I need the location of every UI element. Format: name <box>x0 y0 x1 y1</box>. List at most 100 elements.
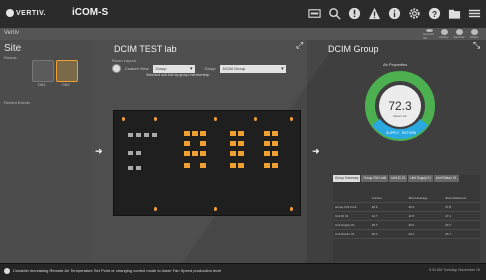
status-info-icon <box>4 268 10 274</box>
floor-unit[interactable] <box>136 151 141 155</box>
rack-unit[interactable] <box>200 163 206 168</box>
help-icon[interactable]: ? <box>426 4 442 22</box>
rack-unit[interactable] <box>230 163 236 168</box>
table-header: Current Short Average Short Maximum <box>333 194 480 203</box>
info-icon[interactable] <box>386 4 402 22</box>
floor-unit[interactable] <box>152 133 157 137</box>
sensor-icon[interactable] <box>122 117 125 121</box>
rack-unit[interactable] <box>184 131 190 136</box>
tab-group-cw-limit[interactable]: Group CW Limit <box>361 175 389 182</box>
header-cell <box>333 194 370 202</box>
room-thumbnail-2[interactable] <box>56 60 78 82</box>
rack-unit[interactable] <box>192 151 198 156</box>
table-cell: 26.1 <box>408 232 415 236</box>
rack-unit[interactable] <box>200 131 206 136</box>
table-row[interactable]: Unit Supply 01 20.7 20.0 20.7 <box>333 221 480 230</box>
rack-unit[interactable] <box>230 141 236 146</box>
rack-unit[interactable] <box>200 141 206 146</box>
brand-name: VERTIV. <box>16 9 47 17</box>
rack-unit[interactable] <box>264 163 270 168</box>
star-icon[interactable]: Favorite <box>453 29 465 40</box>
arrow-right-icon[interactable]: ➜ <box>312 146 320 157</box>
sensor-icon[interactable] <box>154 117 157 121</box>
search-icon[interactable] <box>326 4 342 22</box>
warning-icon[interactable] <box>366 4 382 22</box>
device-icon[interactable] <box>306 4 322 22</box>
room-name-2: DB2 <box>62 82 70 87</box>
floor-unit[interactable] <box>136 166 141 170</box>
tab-unit-return[interactable]: Unit Return 01 <box>433 175 459 182</box>
floor-unit[interactable] <box>128 133 133 137</box>
rack-unit[interactable] <box>200 151 206 156</box>
share-icon[interactable]: Share <box>468 29 480 40</box>
rack-unit[interactable] <box>272 131 278 136</box>
breadcrumb[interactable]: Vertiv <box>4 30 19 36</box>
room-title: DCIM TEST lab <box>114 44 177 54</box>
alarm-icon[interactable] <box>346 4 362 22</box>
rack-unit[interactable] <box>238 163 244 168</box>
rack-unit[interactable] <box>230 131 236 136</box>
floor-unit[interactable] <box>128 151 133 155</box>
header-cell: Short Average <box>408 196 428 200</box>
rack-unit[interactable] <box>192 131 198 136</box>
status-time: 9:34 AM Tuesday, November 15 <box>428 268 480 272</box>
group-select[interactable]: DCIM Group <box>219 64 286 73</box>
tab-unit-id[interactable]: Unit ID 01 <box>389 175 408 182</box>
floor-unit[interactable] <box>128 166 133 170</box>
rack-unit[interactable] <box>272 141 278 146</box>
view-controls: Custom View Group Group DCIM Group <box>112 64 286 73</box>
folder-icon[interactable] <box>446 4 462 22</box>
floor-unit[interactable] <box>136 133 141 137</box>
table-row[interactable]: Unit ID 01 12.7 12.5 17.1 <box>333 212 480 221</box>
gauge-supply-label: SUPPLY <box>386 131 400 135</box>
room-thumbnail-1[interactable] <box>32 60 54 82</box>
table-row[interactable]: Group CW Limit 26.6 26.3 27.8 <box>333 203 480 212</box>
sensor-icon[interactable] <box>214 207 217 211</box>
rack-unit[interactable] <box>230 151 236 156</box>
history-icon[interactable]: History <box>438 29 450 40</box>
rack-unit[interactable] <box>272 151 278 156</box>
gauge-value: 72.3 <box>388 99 412 113</box>
site-title: Site <box>4 43 22 54</box>
rack-unit[interactable] <box>238 151 244 156</box>
rooms-label: Rooms <box>4 55 17 60</box>
history-label: History <box>439 35 449 39</box>
tab-group-summary[interactable]: Group Summary <box>333 175 361 182</box>
sensor-icon[interactable] <box>290 117 293 121</box>
rack-unit[interactable] <box>272 163 278 168</box>
gauge-return-label: RETURN <box>402 131 417 135</box>
room-layout-label: Room Layout <box>112 58 136 63</box>
sensor-icon[interactable] <box>290 207 293 211</box>
vertiv-logo-icon <box>6 9 14 17</box>
rack-unit[interactable] <box>238 131 244 136</box>
rack-unit[interactable] <box>238 141 244 146</box>
rack-unit[interactable] <box>264 141 270 146</box>
sensor-icon[interactable] <box>214 117 217 121</box>
table-cell: Unit ID 01 <box>335 214 349 218</box>
status-message: Consider increasing Remote Air Temperatu… <box>4 268 221 274</box>
sensor-icon[interactable] <box>154 207 157 211</box>
sensor-icon[interactable] <box>254 117 257 121</box>
table-cell: 27.8 <box>445 205 452 209</box>
expand-icon[interactable]: ⤢ <box>296 40 303 51</box>
svg-text:?: ? <box>431 8 436 18</box>
network-label: Network UE <box>423 32 435 40</box>
network-icon[interactable]: Network UE <box>423 29 435 40</box>
table-row[interactable]: Unit Return 01 26.4 26.1 26.7 <box>333 230 480 239</box>
rack-unit[interactable] <box>184 151 190 156</box>
rack-unit[interactable] <box>264 131 270 136</box>
arrow-right-icon[interactable]: ➜ <box>95 146 103 157</box>
settings-icon[interactable] <box>406 4 422 22</box>
rack-unit[interactable] <box>264 151 270 156</box>
rack-unit[interactable] <box>184 163 190 168</box>
tab-unit-supply[interactable]: Unit Supply 01 <box>408 175 433 182</box>
menu-icon[interactable] <box>466 4 482 22</box>
floor-unit[interactable] <box>144 133 149 137</box>
rack-unit[interactable] <box>184 141 190 146</box>
floor-plan[interactable] <box>113 110 301 216</box>
gauge-sub: Return Air <box>393 114 406 118</box>
table-tabs: Group Summary Group CW Limit Unit ID 01 … <box>333 175 480 182</box>
collapse-icon[interactable]: ⤡ <box>473 40 480 51</box>
view-select[interactable]: Group <box>152 64 195 73</box>
custom-view-radio[interactable] <box>112 64 121 73</box>
